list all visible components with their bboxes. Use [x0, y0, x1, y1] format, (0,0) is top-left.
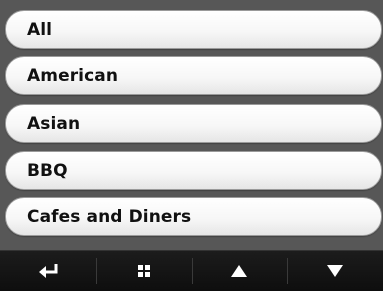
category-item-cafes-and-diners[interactable]: Cafes and Diners [5, 197, 382, 236]
grid-menu-icon [137, 265, 150, 277]
category-label: American [27, 65, 119, 86]
category-label: Cafes and Diners [27, 206, 192, 227]
category-item-asian[interactable]: Asian [5, 104, 382, 143]
back-arrow-icon [38, 263, 58, 279]
bottom-toolbar [0, 250, 383, 291]
category-label: All [27, 19, 53, 40]
scroll-down-button[interactable] [287, 251, 383, 291]
category-screen: All American Asian BBQ Cafes and Diners [0, 0, 383, 291]
category-item-bbq[interactable]: BBQ [5, 151, 382, 190]
menu-button[interactable] [95, 251, 192, 291]
category-list: All American Asian BBQ Cafes and Diners [0, 0, 383, 250]
category-label: Asian [27, 113, 81, 134]
scroll-up-button[interactable] [191, 251, 288, 291]
scroll-down-icon [327, 265, 344, 277]
scroll-up-icon [231, 265, 248, 277]
category-item-american[interactable]: American [5, 56, 382, 95]
category-item-all[interactable]: All [5, 10, 382, 49]
category-label: BBQ [27, 160, 68, 181]
back-button[interactable] [0, 251, 96, 291]
